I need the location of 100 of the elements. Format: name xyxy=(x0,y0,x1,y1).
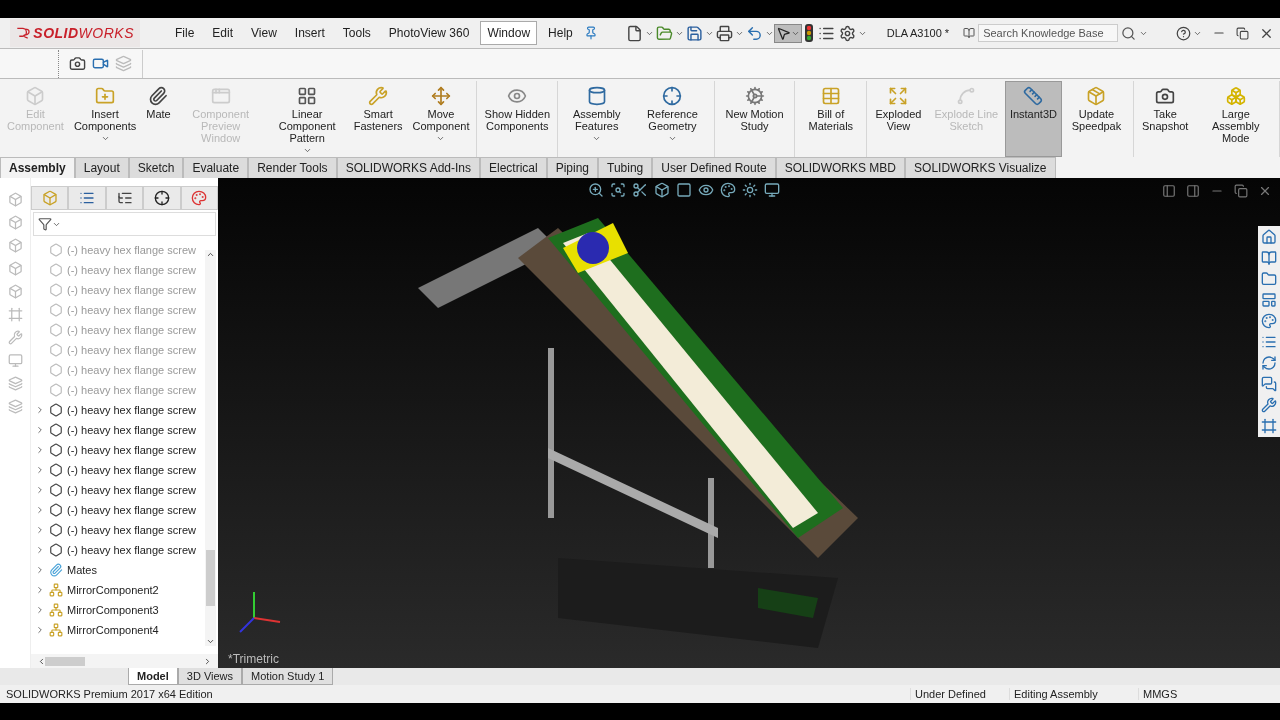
tree-item[interactable]: (-) heavy hex flange screw xyxy=(67,524,196,536)
select-button[interactable] xyxy=(773,23,802,43)
search-icon[interactable] xyxy=(1121,25,1137,41)
help-icon[interactable] xyxy=(1176,25,1191,41)
menu-item[interactable]: View xyxy=(244,21,284,45)
scroll-right-icon[interactable] xyxy=(203,656,212,666)
ribbon-tab[interactable]: Electrical xyxy=(480,157,547,178)
print-icon[interactable] xyxy=(715,24,733,42)
ribbon-tab[interactable]: Render Tools xyxy=(248,157,337,178)
ribbon-button[interactable]: Move Component xyxy=(407,81,475,157)
view-tool-icon[interactable] xyxy=(698,182,714,198)
ribbon-tab[interactable]: Piping xyxy=(546,157,599,178)
ribbon-tab[interactable]: User Defined Route xyxy=(652,157,776,178)
view-tool-icon[interactable] xyxy=(610,182,626,198)
settings-icon[interactable] xyxy=(838,24,856,42)
view-tool-icon[interactable] xyxy=(632,182,648,198)
menu-item[interactable]: Tools xyxy=(335,21,378,45)
menu-item[interactable]: Window xyxy=(480,21,538,45)
menu-item[interactable]: Edit xyxy=(205,21,241,45)
tree-item[interactable]: (-) heavy hex flange screw xyxy=(67,504,196,516)
task-pane-icon[interactable] xyxy=(1261,397,1277,413)
task-pane-icon[interactable] xyxy=(1261,313,1277,329)
ribbon-tab[interactable]: Sketch xyxy=(128,157,184,178)
tree-item[interactable]: (-) heavy hex flange screw xyxy=(67,444,196,456)
task-pane-icon[interactable] xyxy=(1261,250,1277,266)
view-tool-icon[interactable] xyxy=(764,182,780,198)
tree-item[interactable]: MirrorComponent4 xyxy=(67,624,159,636)
restore-icon[interactable] xyxy=(1236,26,1249,40)
units-button[interactable]: MMGS xyxy=(1138,688,1182,700)
ribbon-button[interactable]: Large Assembly Mode xyxy=(1194,81,1277,157)
ribbon-button[interactable]: Bill of Materials xyxy=(797,81,865,157)
task-pane-icon[interactable] xyxy=(1261,229,1277,245)
filter-field[interactable] xyxy=(33,212,216,236)
ribbon-button[interactable]: New Motion Study xyxy=(716,81,793,157)
ribbon-button[interactable]: Show Hidden Components xyxy=(479,81,556,157)
view-tool-icon[interactable] xyxy=(654,182,670,198)
panel-icon[interactable] xyxy=(1162,184,1176,198)
ribbon-button[interactable]: Take Snapshot xyxy=(1135,81,1195,157)
camera-icon[interactable] xyxy=(69,55,86,72)
close-icon[interactable] xyxy=(1258,184,1272,198)
view-tool-icon[interactable] xyxy=(742,182,758,198)
tree-item[interactable]: (-) heavy hex flange screw xyxy=(67,404,196,416)
menu-item[interactable]: Help xyxy=(541,21,580,45)
bottom-tab[interactable]: 3D Views xyxy=(177,668,243,685)
ribbon-button[interactable]: Mate xyxy=(141,81,176,157)
bottom-tab[interactable]: Model xyxy=(128,668,178,685)
tree-item[interactable]: (-) heavy hex flange screw xyxy=(67,544,196,556)
vertical-scrollbar[interactable] xyxy=(205,250,216,646)
task-pane-icon[interactable] xyxy=(1261,418,1277,434)
menu-item[interactable]: PhotoView 360 xyxy=(381,21,477,45)
ribbon-button[interactable]: Insert Components xyxy=(68,81,142,157)
menu-item[interactable]: Insert xyxy=(287,21,332,45)
tree-item[interactable]: MirrorComponent2 xyxy=(67,584,159,596)
task-pane-icon[interactable] xyxy=(1261,292,1277,308)
panel-icon[interactable] xyxy=(1186,184,1200,198)
scroll-down-icon[interactable] xyxy=(206,637,215,646)
ribbon-button[interactable]: Update Speedpak xyxy=(1062,81,1131,157)
new-document-icon[interactable] xyxy=(625,24,643,42)
ribbon-tab[interactable]: Assembly xyxy=(0,157,75,178)
scroll-thumb[interactable] xyxy=(206,550,215,606)
traffic-light-icon[interactable] xyxy=(803,24,814,42)
view-tool-icon[interactable] xyxy=(720,182,736,198)
ribbon-tab[interactable]: SOLIDWORKS MBD xyxy=(775,157,906,178)
tree-item[interactable]: (-) heavy hex flange screw xyxy=(67,464,196,476)
horizontal-scrollbar[interactable] xyxy=(31,654,218,668)
scroll-left-icon[interactable] xyxy=(37,656,46,666)
ribbon-button[interactable]: Reference Geometry xyxy=(633,81,712,157)
ribbon-tab[interactable]: Evaluate xyxy=(183,157,249,178)
restore-icon[interactable] xyxy=(1234,184,1248,198)
ribbon-button[interactable]: Assembly Features xyxy=(560,81,634,157)
tree-item[interactable]: MirrorComponent3 xyxy=(67,604,159,616)
ribbon-tab[interactable]: Layout xyxy=(74,157,129,178)
caret-icon[interactable] xyxy=(302,146,312,155)
open-folder-icon[interactable] xyxy=(655,24,673,42)
tree-item[interactable]: (-) heavy hex flange screw xyxy=(67,484,196,496)
view-tool-icon[interactable] xyxy=(588,182,604,198)
panel-tab[interactable] xyxy=(143,186,181,210)
ribbon-tab[interactable]: SOLIDWORKS Add-Ins xyxy=(336,157,480,178)
undo-icon[interactable] xyxy=(745,24,763,42)
ribbon-tab[interactable]: Tubing xyxy=(598,157,653,178)
bottom-tab[interactable]: Motion Study 1 xyxy=(242,668,334,685)
task-pane-icon[interactable] xyxy=(1261,355,1277,371)
pin-icon[interactable] xyxy=(583,26,598,40)
scroll-thumb[interactable] xyxy=(45,656,85,666)
layers-icon[interactable] xyxy=(115,55,132,72)
menu-item[interactable]: File xyxy=(168,21,202,45)
tree-item[interactable]: Mates xyxy=(67,564,97,576)
ribbon-button[interactable]: Linear Component Pattern xyxy=(265,81,349,157)
ribbon-button[interactable]: Instant3D xyxy=(1004,81,1062,157)
task-pane-icon[interactable] xyxy=(1261,271,1277,287)
tree-item[interactable]: (-) heavy hex flange screw xyxy=(67,424,196,436)
caret-icon[interactable] xyxy=(592,134,602,143)
caret-icon[interactable] xyxy=(100,134,110,143)
task-pane-icon[interactable] xyxy=(1261,334,1277,350)
panel-tab[interactable] xyxy=(180,186,219,210)
view-tool-icon[interactable] xyxy=(676,182,692,198)
scroll-up-icon[interactable] xyxy=(206,250,215,259)
ribbon-tab[interactable]: SOLIDWORKS Visualize xyxy=(905,157,1056,178)
caret-icon[interactable] xyxy=(667,134,677,143)
task-pane-icon[interactable] xyxy=(1261,376,1277,392)
